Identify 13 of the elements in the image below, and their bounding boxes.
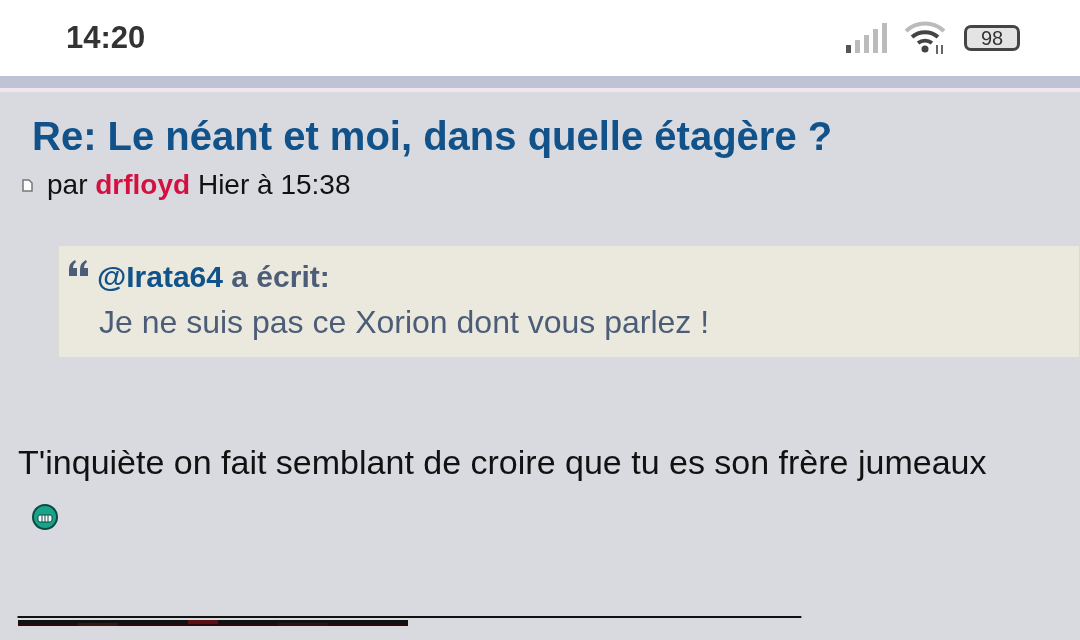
post-meta: par drfloyd Hier à 15:38 <box>47 169 351 201</box>
wifi-icon <box>904 21 948 55</box>
quote-text: Je ne suis pas ce Xorion dont vous parlez ! <box>99 304 711 341</box>
post-text: T'inquiète on fait semblant de croire que tu es son frère jumeaux <box>18 443 987 481</box>
grinning-smiley-icon <box>32 504 58 530</box>
quote-author: @Irata64 a écrit: <box>97 260 330 294</box>
battery-icon: 98 <box>964 25 1020 51</box>
post-title[interactable]: Re: Le néant et moi, dans quelle étagère ? <box>32 114 1080 159</box>
quote-icon <box>69 260 89 276</box>
signature-line: ____________________________________________ <box>18 584 803 618</box>
clock: 14:20 <box>66 20 146 56</box>
signal-icon <box>846 23 888 53</box>
document-icon <box>22 178 33 192</box>
